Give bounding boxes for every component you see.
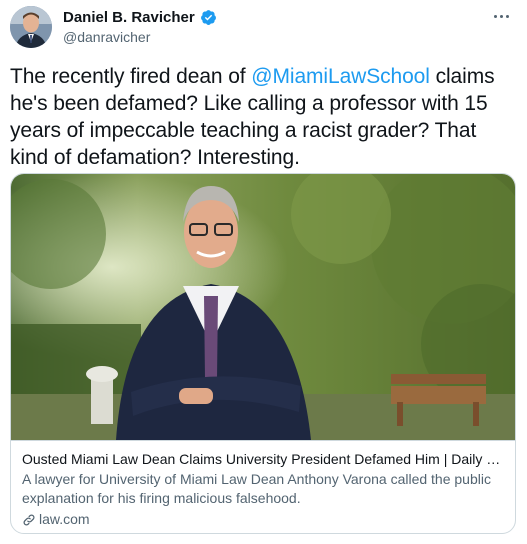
author-display-name[interactable]: Daniel B. Ravicher xyxy=(63,9,195,26)
tweet-text: The recently fired dean of @MiamiLawScho… xyxy=(10,63,515,171)
link-icon xyxy=(22,513,36,527)
more-horizontal-icon[interactable] xyxy=(489,6,513,26)
card-title: Ousted Miami Law Dean Claims University … xyxy=(22,451,504,467)
avatar[interactable] xyxy=(10,6,52,48)
mention-link[interactable]: @MiamiLawSchool xyxy=(251,65,430,88)
author-name-row[interactable]: Daniel B. Ravicher xyxy=(63,9,217,26)
card-description: A lawyer for University of Miami Law Dea… xyxy=(22,471,491,506)
link-card[interactable]: Ousted Miami Law Dean Claims University … xyxy=(10,173,516,534)
card-domain: law.com xyxy=(39,511,90,527)
card-image xyxy=(11,174,515,440)
author-handle[interactable]: @danravicher xyxy=(63,29,150,45)
avatar-image xyxy=(10,6,52,48)
card-meta: Ousted Miami Law Dean Claims University … xyxy=(11,440,515,533)
card-domain-row: law.com xyxy=(22,510,504,529)
verified-badge-icon xyxy=(200,9,217,26)
tweet-text-before: The recently fired dean of xyxy=(10,65,252,88)
